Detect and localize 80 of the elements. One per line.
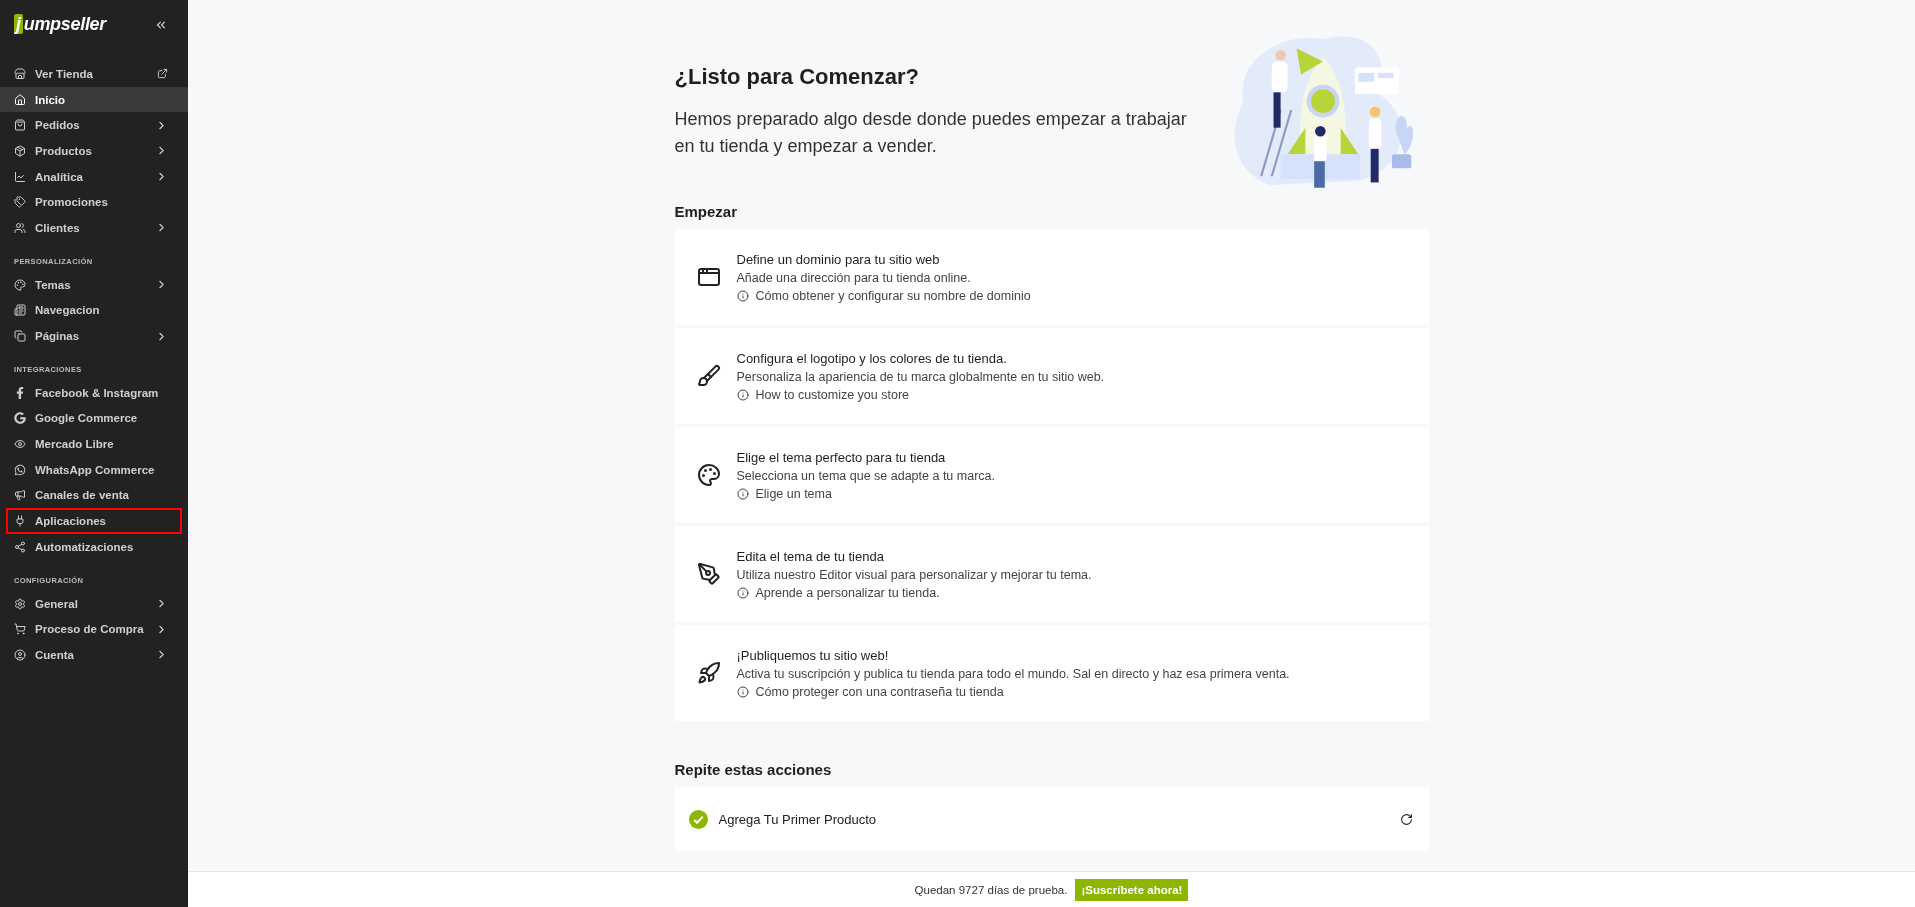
external-link-icon — [157, 68, 168, 80]
menu-icon — [14, 597, 26, 610]
help-link[interactable]: Cómo obtener y configurar su nombre de dominio — [736, 288, 1031, 303]
menu-icon — [14, 412, 26, 425]
sidebar-item[interactable]: Navegacion — [0, 297, 188, 324]
menu-icon — [14, 196, 26, 209]
task-icon — [696, 562, 721, 586]
menu-icon — [14, 144, 26, 157]
task-icon — [696, 265, 721, 289]
page-title: ¿Listo para Comenzar? — [674, 64, 920, 90]
help-link[interactable]: Elige un tema — [736, 486, 995, 501]
task-card[interactable]: Edita el tema de tu tienda Utiliza nuestro Editor visual para personalizar y mejorar tu tema. Aprende a personalizar tu tienda. — [674, 526, 1429, 622]
sidebar-item[interactable]: Promociones — [0, 189, 188, 216]
sidebar-item[interactable]: Ver Tienda — [0, 61, 188, 87]
task-title: ¡Publiquemos tu sitio web! — [736, 647, 890, 663]
task-icon — [696, 463, 721, 487]
info-icon — [736, 289, 749, 302]
task-description: Utiliza nuestro Editor visual para personalizar y mejorar tu tema. — [736, 567, 1092, 582]
task-icon — [696, 364, 721, 388]
task-description: Añade una dirección para tu tienda online. — [736, 270, 972, 285]
help-link[interactable]: Aprende a personalizar tu tienda. — [736, 585, 1092, 600]
sidebar-item[interactable]: Aplicaciones — [6, 508, 182, 534]
action-label: Agrega Tu Primer Producto — [718, 811, 878, 827]
sidebar-item[interactable]: Páginas — [0, 323, 188, 349]
sidebar-item[interactable]: Facebook & Instagram — [0, 379, 188, 406]
task-card[interactable]: Define un dominio para tu sitio web Añade una dirección para tu tienda online. Cómo obtener y configurar su nombre de dominio — [674, 229, 1429, 325]
action-card[interactable]: Agrega Tu Primer Producto — [674, 787, 1429, 851]
sidebar-item[interactable]: Canales de venta — [0, 482, 188, 509]
sidebar-item[interactable]: Clientes — [0, 215, 188, 241]
section-title: Empezar — [674, 203, 739, 220]
menu-icon — [14, 540, 26, 553]
sidebar-item[interactable]: Automatizaciones — [0, 534, 188, 560]
help-link[interactable]: Cómo proteger con una contraseña tu tienda — [736, 684, 1290, 699]
menu-icon — [14, 330, 26, 343]
task-card[interactable]: Elige el tema perfecto para tu tienda Selecciona un tema que se adapte a tu marca. Elige un tema — [674, 427, 1429, 523]
sidebar-item[interactable]: WhatsApp Commerce — [0, 456, 188, 483]
task-title: Define un dominio para tu sitio web — [736, 251, 941, 267]
menu-icon — [14, 386, 26, 399]
menu-icon — [14, 278, 26, 291]
sidebar-item[interactable]: Proceso de Compra — [0, 616, 188, 643]
task-title: Configura el logotipo y los colores de tu tienda. — [736, 350, 1008, 366]
refresh-icon[interactable] — [1399, 812, 1413, 826]
sidebar-item[interactable]: Inicio — [0, 86, 188, 113]
sidebar-item[interactable]: Pedidos — [0, 112, 188, 139]
info-icon — [736, 685, 749, 698]
info-icon — [736, 586, 749, 599]
page-subtitle: Hemos preparado algo desde donde puedes empezar a trabajar en tu tienda y empezar a vender. — [674, 108, 1188, 158]
sidebar-item[interactable]: Temas — [0, 271, 188, 298]
sidebar-item[interactable]: Analítica — [0, 163, 188, 190]
task-description: Activa tu suscripción y publica tu tienda para todo el mundo. Sal en directo y haz esa primera venta. — [736, 666, 1290, 681]
menu-icon — [14, 489, 26, 502]
section-title: Repite estas acciones — [674, 761, 833, 778]
info-icon — [736, 487, 749, 500]
task-title: Elige el tema perfecto para tu tienda — [736, 449, 947, 465]
logo[interactable]: jumpseller — [14, 14, 107, 35]
menu-icon — [14, 221, 26, 234]
menu-icon — [14, 623, 26, 636]
menu-icon — [14, 67, 26, 80]
sidebar-item[interactable]: Mercado Libre — [0, 431, 188, 457]
trial-text: Quedan 9727 días de prueba. — [914, 883, 1068, 896]
help-link[interactable]: How to customize you store — [736, 387, 1105, 402]
task-description: Personaliza la apariencia de tu marca globalmente en tu sitio web. — [736, 369, 1105, 384]
menu-icon — [14, 648, 26, 661]
task-card[interactable]: Configura el logotipo y los colores de tu tienda. Personaliza la apariencia de tu marca globalmente en tu sitio web. How to customize you store — [674, 328, 1429, 424]
task-description: Selecciona un tema que se adapte a tu marca. — [736, 468, 995, 483]
menu-icon — [14, 463, 26, 476]
sidebar-item[interactable]: General — [0, 590, 188, 617]
menu-icon — [14, 93, 26, 106]
sidebar-item[interactable]: Google Commerce — [0, 405, 188, 432]
menu-icon — [14, 304, 26, 317]
info-icon — [736, 388, 749, 401]
task-title: Edita el tema de tu tienda — [736, 548, 885, 564]
task-icon — [696, 661, 721, 685]
sidebar-item[interactable]: Productos — [0, 138, 188, 164]
sidebar-item[interactable]: Cuenta — [0, 642, 188, 668]
menu-icon — [14, 515, 26, 528]
menu-icon — [14, 170, 26, 183]
task-card[interactable]: ¡Publiquemos tu sitio web! Activa tu suscripción y publica tu tienda para todo el mundo. Sal en directo y haz esa primera venta. Cómo proteger con una contraseña tu tienda — [674, 625, 1429, 721]
menu-icon — [14, 438, 26, 451]
menu-icon — [14, 119, 26, 132]
